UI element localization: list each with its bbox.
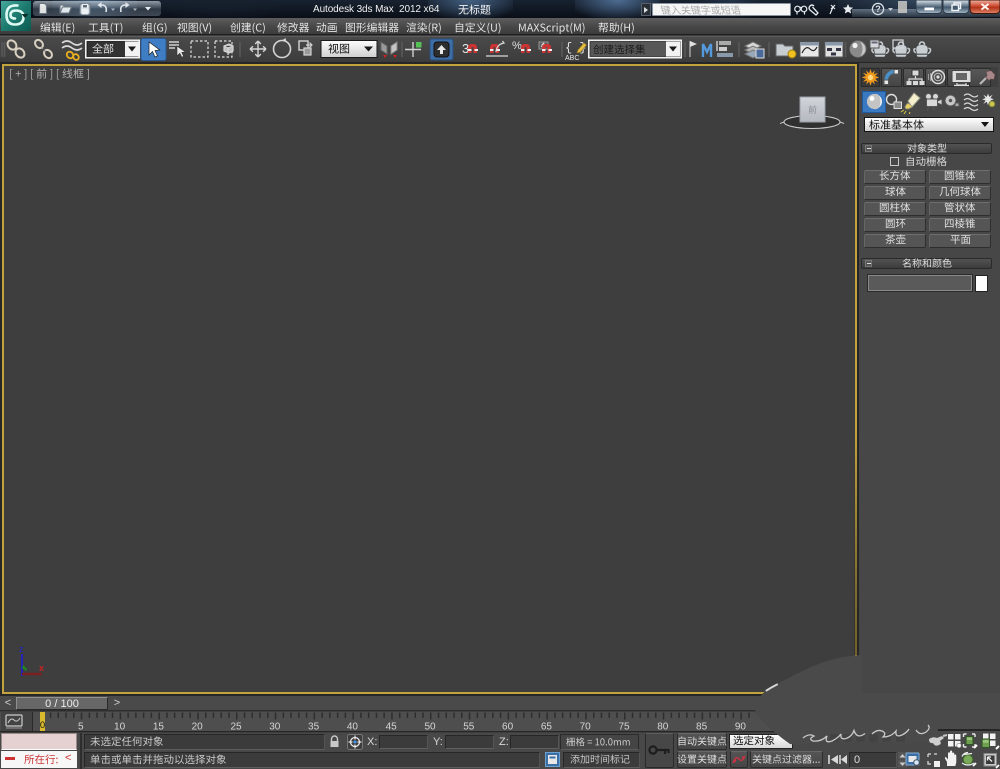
svg-text:35: 35 (308, 722, 320, 733)
svg-text:30: 30 (269, 722, 281, 733)
svg-text:25: 25 (230, 722, 242, 733)
svg-text:%: % (512, 40, 522, 52)
svg-text:50: 50 (424, 722, 436, 733)
svg-text:60: 60 (502, 722, 514, 733)
svg-text:45: 45 (386, 722, 398, 733)
svg-text:15: 15 (153, 722, 165, 733)
svg-text:z: z (19, 644, 24, 654)
svg-text:5: 5 (78, 722, 84, 733)
svg-text:75: 75 (618, 722, 630, 733)
svg-text:40: 40 (347, 722, 359, 733)
svg-text:70: 70 (580, 722, 592, 733)
svg-text:20: 20 (192, 722, 204, 733)
svg-text:65: 65 (541, 722, 553, 733)
svg-text:80: 80 (657, 722, 669, 733)
svg-text:10: 10 (114, 722, 126, 733)
svg-text:ABC: ABC (565, 55, 579, 62)
svg-text:x: x (39, 663, 44, 673)
svg-text:55: 55 (463, 722, 475, 733)
